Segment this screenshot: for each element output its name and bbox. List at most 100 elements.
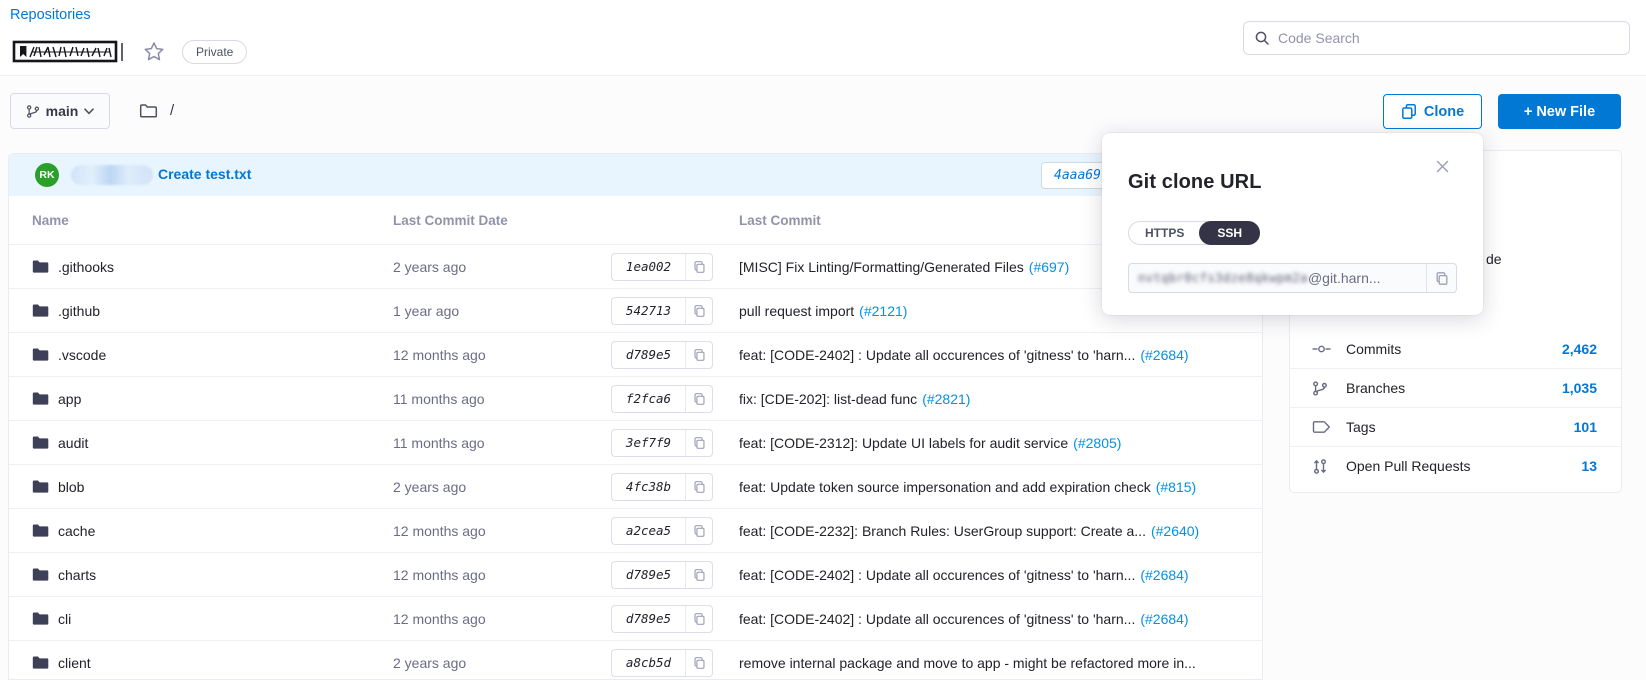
folder-icon <box>32 391 49 406</box>
latest-commit-link[interactable]: Create test.txt <box>158 166 251 182</box>
protocol-toggle: HTTPS SSH <box>1128 221 1260 245</box>
table-row[interactable]: audit 11 months ago 3ef7f9 feat: [CODE-2… <box>9 420 1262 464</box>
table-row[interactable]: .vscode 12 months ago d789e5 feat: [CODE… <box>9 332 1262 376</box>
stat-label: Branches <box>1346 380 1562 396</box>
path-separator: / <box>170 102 174 119</box>
table-row[interactable]: cli 12 months ago d789e5 feat: [CODE-240… <box>9 596 1262 640</box>
folder-icon <box>32 479 49 494</box>
copy-icon[interactable] <box>685 518 712 544</box>
sha-chip[interactable]: d789e5 <box>611 341 713 369</box>
visibility-badge: Private <box>182 40 247 64</box>
table-row[interactable]: charts 12 months ago d789e5 feat: [CODE-… <box>9 552 1262 596</box>
content-area: main / Clone + New File RK Create test.t <box>0 77 1646 680</box>
new-file-button[interactable]: + New File <box>1498 94 1621 129</box>
commit-icon <box>1312 341 1332 357</box>
file-name: cli <box>58 611 71 627</box>
branch-selector[interactable]: main <box>10 93 110 129</box>
sha-chip[interactable]: 3ef7f9 <box>611 429 713 457</box>
stat-value[interactable]: 101 <box>1574 419 1597 435</box>
table-row[interactable]: client 2 years ago a8cb5d remove interna… <box>9 640 1262 680</box>
sha-value: a8cb5d <box>612 650 685 676</box>
sha-chip[interactable]: d789e5 <box>611 605 713 633</box>
copy-icon[interactable] <box>685 650 712 676</box>
sha-value: 4fc38b <box>612 474 685 500</box>
stat-value[interactable]: 2,462 <box>1562 341 1597 357</box>
protocol-option-https[interactable]: HTTPS <box>1129 222 1200 244</box>
search-icon <box>1254 30 1270 46</box>
pr-link[interactable]: (#2684) <box>1140 611 1188 627</box>
copy-icon[interactable] <box>685 298 712 324</box>
star-icon[interactable] <box>140 38 168 66</box>
commit-message: [MISC] Fix Linting/Formatting/Generated … <box>739 259 1024 275</box>
pr-link[interactable]: (#2805) <box>1073 435 1121 451</box>
stat-row-commits[interactable]: Commits 2,462 <box>1290 329 1621 368</box>
clone-url-suffix: @git.harn... <box>1308 270 1381 286</box>
pr-link[interactable]: (#2684) <box>1140 347 1188 363</box>
table-row[interactable]: blob 2 years ago 4fc38b feat: Update tok… <box>9 464 1262 508</box>
stat-value[interactable]: 1,035 <box>1562 380 1597 396</box>
stat-row-branches[interactable]: Branches 1,035 <box>1290 368 1621 407</box>
copy-icon[interactable] <box>685 474 712 500</box>
folder-icon <box>32 303 49 318</box>
sha-value: 1ea002 <box>612 254 685 280</box>
pr-link[interactable]: (#697) <box>1029 259 1069 275</box>
branch-name: main <box>46 103 79 119</box>
stat-row-open-pull-requests[interactable]: Open Pull Requests 13 <box>1290 446 1621 485</box>
pull-request-icon <box>1312 458 1332 475</box>
path-folder-icon <box>139 102 158 119</box>
sha-value: d789e5 <box>612 562 685 588</box>
protocol-option-ssh[interactable]: SSH <box>1199 221 1260 245</box>
pr-link[interactable]: (#815) <box>1156 479 1196 495</box>
copy-icon[interactable] <box>1426 264 1456 292</box>
commit-message: feat: [CODE-2232]: Branch Rules: UserGro… <box>739 523 1146 539</box>
table-row[interactable]: cache 12 months ago a2cea5 feat: [CODE-2… <box>9 508 1262 552</box>
copy-icon[interactable] <box>685 606 712 632</box>
file-name: app <box>58 391 81 407</box>
pr-link[interactable]: (#2821) <box>922 391 970 407</box>
breadcrumb[interactable]: Repositories <box>10 7 91 23</box>
clone-icon <box>1401 103 1417 120</box>
stat-row-tags[interactable]: Tags 101 <box>1290 407 1621 446</box>
close-icon[interactable] <box>1433 157 1451 175</box>
copy-icon[interactable] <box>685 562 712 588</box>
sha-value: 542713 <box>612 298 685 324</box>
commit-message: feat: [CODE-2402] : Update all occurence… <box>739 611 1135 627</box>
sha-value: 3ef7f9 <box>612 430 685 456</box>
sha-chip[interactable]: 542713 <box>611 297 713 325</box>
pr-link[interactable]: (#2121) <box>859 303 907 319</box>
clone-button[interactable]: Clone <box>1383 94 1482 129</box>
stat-value[interactable]: 13 <box>1581 458 1597 474</box>
search-input[interactable] <box>1278 30 1619 46</box>
sha-chip[interactable]: f2fca6 <box>611 385 713 413</box>
folder-icon <box>32 611 49 626</box>
commit-date: 11 months ago <box>393 435 611 451</box>
header-name: Name <box>9 213 393 228</box>
copy-icon[interactable] <box>685 430 712 456</box>
sha-chip[interactable]: a8cb5d <box>611 649 713 677</box>
git-branch-icon <box>26 104 40 119</box>
clone-button-label: Clone <box>1424 104 1464 120</box>
folder-icon <box>32 347 49 362</box>
commit-date: 12 months ago <box>393 567 611 583</box>
commit-message: feat: [CODE-2402] : Update all occurence… <box>739 567 1135 583</box>
page-header: Repositories Private <box>0 0 1646 76</box>
sha-chip[interactable]: 1ea002 <box>611 253 713 281</box>
copy-icon[interactable] <box>685 386 712 412</box>
copy-icon[interactable] <box>685 254 712 280</box>
sha-chip[interactable]: d789e5 <box>611 561 713 589</box>
stat-label: Commits <box>1346 341 1562 357</box>
table-row[interactable]: .githooks 2 years ago 1ea002 [MISC] Fix … <box>9 244 1262 288</box>
table-row[interactable]: .github 1 year ago 542713 pull request i… <box>9 288 1262 332</box>
pr-link[interactable]: (#2640) <box>1151 523 1199 539</box>
partial-hidden-text: de <box>1486 251 1502 267</box>
clone-url-field[interactable]: nvtqbr0cfs3dze8qkwpm2a@git.harn... <box>1128 263 1457 293</box>
repo-name-redacted <box>12 39 130 65</box>
table-row[interactable]: app 11 months ago f2fca6 fix: [CDE-202]:… <box>9 376 1262 420</box>
stat-label: Open Pull Requests <box>1346 458 1581 474</box>
pr-link[interactable]: (#2684) <box>1140 567 1188 583</box>
sha-chip[interactable]: a2cea5 <box>611 517 713 545</box>
sha-chip[interactable]: 4fc38b <box>611 473 713 501</box>
table-header-row: Name Last Commit Date Last Commit <box>9 196 1262 244</box>
copy-icon[interactable] <box>685 342 712 368</box>
header-last-commit-date: Last Commit Date <box>393 213 611 228</box>
